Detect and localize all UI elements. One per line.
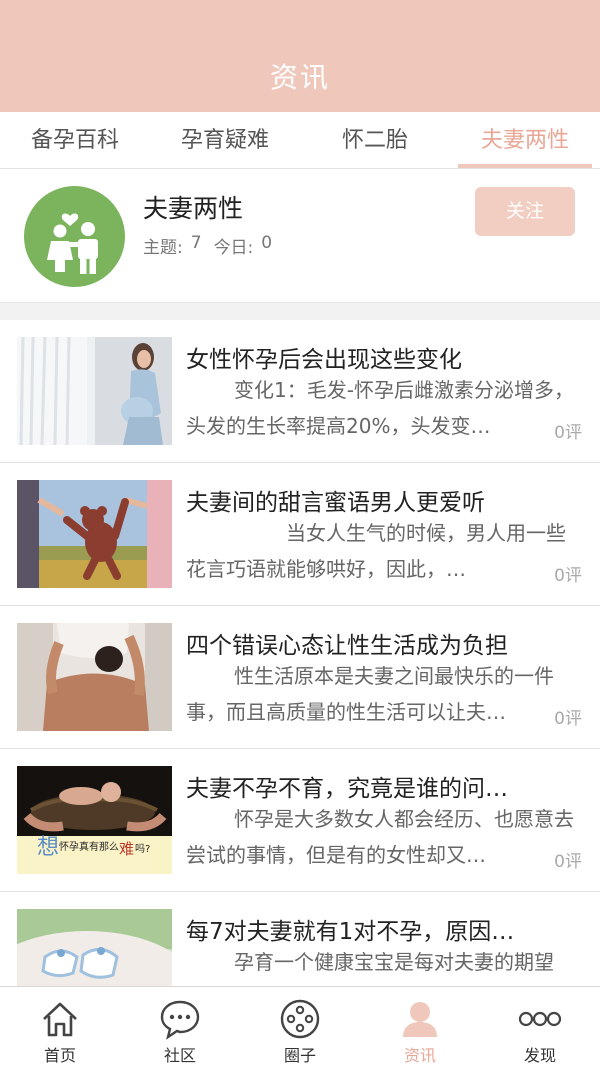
tabbar-news[interactable]: 资讯 bbox=[360, 987, 480, 1067]
tabbar-label: 社区 bbox=[163, 1046, 196, 1065]
thumb-text-c: 难 bbox=[119, 840, 134, 858]
follow-button[interactable]: 关注 bbox=[475, 187, 575, 236]
pregnant-woman-photo bbox=[17, 337, 172, 445]
article-summary: 性生活原本是夫妻之间最快乐的一件事，而且高质量的性生活可以让夫… bbox=[186, 664, 554, 724]
tabbar-circle[interactable]: 圈子 bbox=[240, 987, 360, 1067]
tabbar-discover[interactable]: 发现 bbox=[480, 987, 600, 1067]
tab-fuqi-liangxing[interactable]: 夫妻两性 bbox=[450, 112, 600, 168]
page-title: 资讯 bbox=[269, 61, 330, 94]
list-item[interactable]: 四个错误心态让性生活成为负担 性生活原本是夫妻之间最快乐的一件事，而且高质量的性… bbox=[0, 606, 600, 749]
list-item[interactable]: 夫妻间的甜言蜜语男人更爱听 当女人生气的时候，男人用一些花言巧语就能够哄好，因此… bbox=[0, 463, 600, 606]
circle-stats: 主题: 7 今日: 0 bbox=[143, 233, 272, 258]
bottom-tab-bar: 首页 社区 圈子 资讯 发现 bbox=[0, 986, 600, 1067]
thumb-text-b: 怀孕真有那么 bbox=[59, 840, 119, 853]
tabbar-label: 发现 bbox=[523, 1046, 556, 1065]
tabbar-label: 资讯 bbox=[403, 1046, 436, 1065]
tab-yunyu-yinan[interactable]: 孕育疑难 bbox=[150, 112, 300, 168]
article-title: 女性怀孕后会出现这些变化 bbox=[186, 347, 462, 373]
article-list: 女性怀孕后会出现这些变化 变化1：毛发-怀孕后雌激素分泌增多，头发的生长率提高2… bbox=[0, 320, 600, 986]
tab-huai-ertai[interactable]: 怀二胎 bbox=[300, 112, 450, 168]
list-item[interactable]: 女性怀孕后会出现这些变化 变化1：毛发-怀孕后雌激素分泌增多，头发的生长率提高2… bbox=[0, 320, 600, 463]
article-title: 夫妻间的甜言蜜语男人更爱听 bbox=[186, 490, 485, 516]
topics-label: 主题: bbox=[143, 238, 183, 258]
more-dots-icon bbox=[518, 997, 562, 1041]
comment-count: 0评 bbox=[554, 704, 582, 729]
article-title: 夫妻不孕不育，究竟是谁的问… bbox=[186, 776, 508, 802]
tabbar-community[interactable]: 社区 bbox=[120, 987, 240, 1067]
baby-nest-photo: 想 怀孕真有那么 难 吗? bbox=[17, 766, 172, 874]
teddy-bear-photo bbox=[17, 480, 172, 588]
person-icon bbox=[398, 997, 442, 1041]
list-item[interactable]: 想 怀孕真有那么 难 吗? 夫妻不孕不育，究竟是谁的问… 怀孕是大多数女人都会经… bbox=[0, 749, 600, 892]
couple-embrace-photo bbox=[17, 623, 172, 731]
today-count: 0 bbox=[261, 233, 273, 253]
circle-dots-icon bbox=[278, 997, 322, 1041]
today-label: 今日: bbox=[213, 238, 254, 258]
home-icon bbox=[38, 997, 82, 1041]
topics-count: 7 bbox=[190, 233, 202, 253]
tabbar-label: 圈子 bbox=[283, 1046, 316, 1065]
article-summary: 当女人生气的时候，男人用一些花言巧语就能够哄好，因此，… bbox=[186, 521, 566, 581]
category-tabs: 备孕百科 孕育疑难 怀二胎 夫妻两性 bbox=[0, 112, 600, 169]
list-item[interactable]: 每7对夫妻就有1对不孕，原因… 孕育一个健康宝宝是每对夫妻的期望 0评 bbox=[0, 892, 600, 986]
comment-count: 0评 bbox=[554, 418, 582, 443]
article-summary: 怀孕是大多数女人都会经历、也愿意去尝试的事情，但是有的女性却又… bbox=[186, 807, 574, 867]
article-summary: 孕育一个健康宝宝是每对夫妻的期望 bbox=[234, 950, 554, 974]
chat-bubble-icon bbox=[158, 997, 202, 1041]
top-header: 资讯 bbox=[0, 0, 600, 112]
article-title: 每7对夫妻就有1对不孕，原因… bbox=[186, 919, 515, 945]
comment-count: 0评 bbox=[554, 561, 582, 586]
couple-icon bbox=[24, 186, 125, 287]
thumb-text-a: 想 bbox=[37, 835, 59, 860]
thumb-text-d: 吗? bbox=[135, 843, 150, 855]
article-summary: 变化1：毛发-怀孕后雌激素分泌增多，头发的生长率提高20%，头发变… bbox=[186, 378, 574, 438]
circle-name: 夫妻两性 bbox=[143, 194, 244, 223]
tab-beiyun-baike[interactable]: 备孕百科 bbox=[0, 112, 150, 168]
tabbar-label: 首页 bbox=[43, 1046, 76, 1065]
circle-info-card: 夫妻两性 主题: 7 今日: 0 关注 bbox=[0, 169, 600, 303]
section-divider bbox=[0, 303, 600, 320]
tabbar-home[interactable]: 首页 bbox=[0, 987, 120, 1067]
baby-shoes-photo bbox=[17, 909, 172, 986]
article-title: 四个错误心态让性生活成为负担 bbox=[186, 633, 508, 659]
comment-count: 0评 bbox=[554, 847, 582, 872]
